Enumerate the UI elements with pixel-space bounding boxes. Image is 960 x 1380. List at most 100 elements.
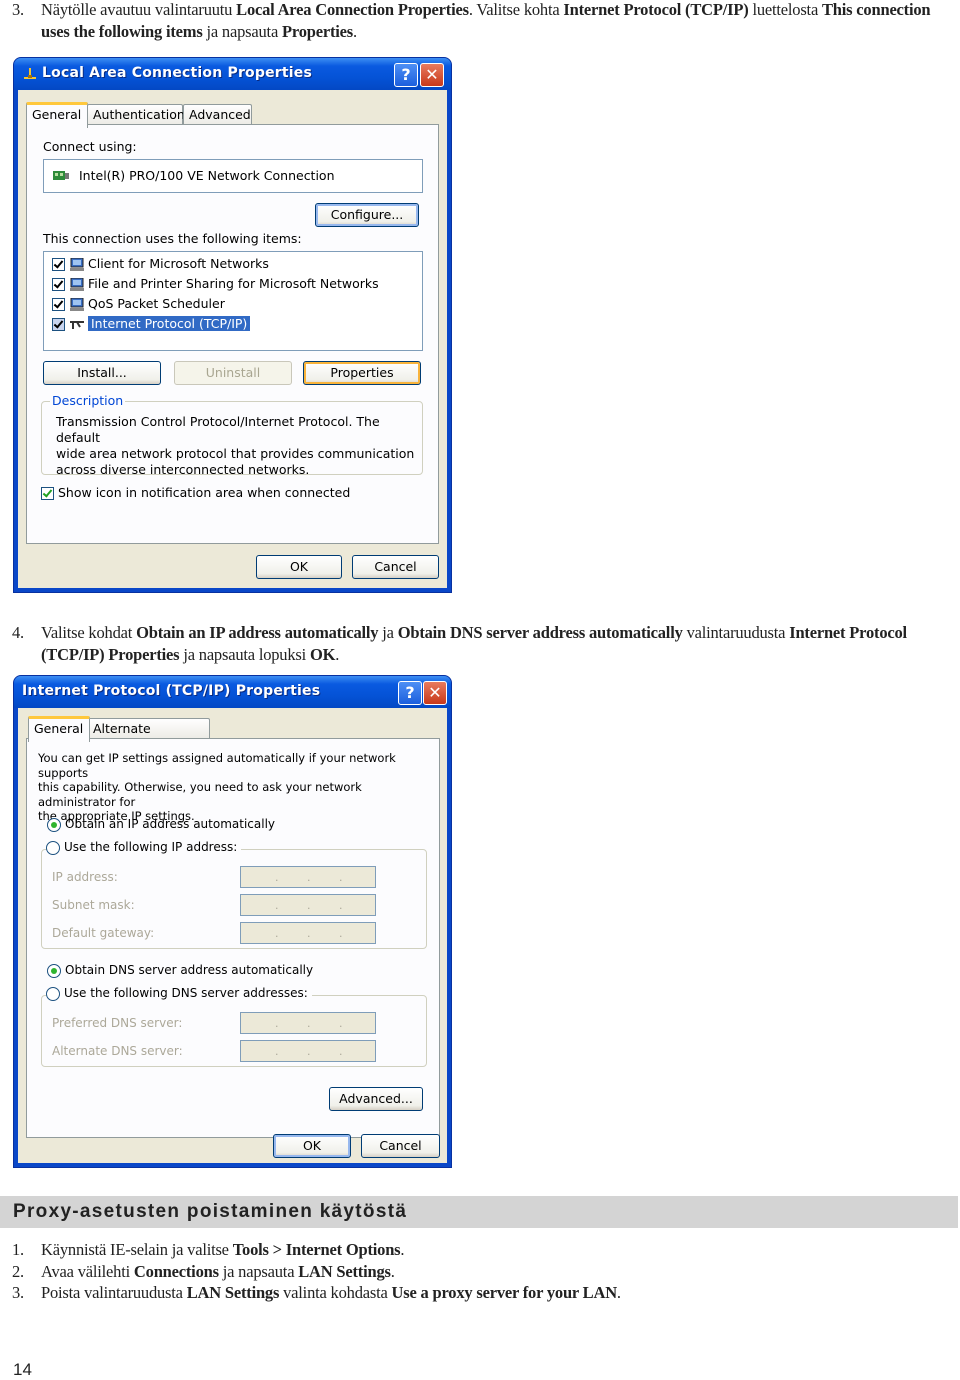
bold-term: OK bbox=[309, 644, 336, 664]
bold-term: Properties bbox=[282, 21, 354, 41]
text-run: Käynnistä IE-selain ja valitse bbox=[41, 1240, 233, 1259]
bold-term: Connections bbox=[133, 1262, 219, 1281]
step-number: 1. bbox=[12, 1240, 24, 1259]
obtain-dns-label: Obtain DNS server address automatically bbox=[65, 963, 314, 977]
obtain-dns-option[interactable]: Obtain DNS server address automatically bbox=[47, 963, 313, 978]
configure-button[interactable]: Configure... bbox=[315, 203, 419, 227]
network-connection-icon bbox=[24, 68, 36, 79]
preferred-dns-field[interactable]: ... bbox=[240, 1012, 376, 1034]
close-button[interactable]: ✕ bbox=[420, 63, 444, 87]
proxy-step-2: 2. Avaa välilehti Connections ja napsaut… bbox=[12, 1261, 957, 1283]
components-list[interactable]: Client for Microsoft Networks File and P… bbox=[43, 251, 423, 351]
bold-term: Internet Protocol (TCP/IP) bbox=[563, 0, 749, 19]
intro-text: You can get IP settings assigned automat… bbox=[38, 751, 396, 823]
list-item[interactable]: QoS Packet Scheduler bbox=[52, 295, 225, 313]
title-bar[interactable]: Internet Protocol (TCP/IP) Properties ? … bbox=[14, 676, 451, 708]
section-header: Proxy-asetusten poistaminen käytöstä bbox=[0, 1196, 958, 1228]
tab-general[interactable]: General bbox=[28, 716, 90, 742]
default-gateway-field[interactable]: ... bbox=[240, 922, 376, 944]
help-button[interactable]: ? bbox=[398, 681, 422, 705]
tab-general[interactable]: General bbox=[26, 102, 88, 128]
text-run: . bbox=[400, 1240, 405, 1259]
step-number: 4. bbox=[12, 623, 24, 642]
bold-term: Use a proxy server for your LAN bbox=[391, 1283, 618, 1302]
text-run: . Valitse kohta bbox=[468, 0, 564, 19]
step-number: 3. bbox=[12, 0, 24, 19]
text-run: Poista valintaruudusta bbox=[41, 1283, 187, 1302]
install-button[interactable]: Install... bbox=[43, 361, 161, 385]
preferred-dns-label: Preferred DNS server: bbox=[52, 1016, 183, 1030]
dialog-body: General Authentication Advanced Connect … bbox=[18, 90, 447, 588]
properties-button[interactable]: Properties bbox=[303, 361, 421, 385]
step-number: 2. bbox=[12, 1262, 24, 1281]
ok-button[interactable]: OK bbox=[273, 1134, 351, 1158]
alternate-dns-field[interactable]: ... bbox=[240, 1040, 376, 1062]
show-icon-label: Show icon in notification area when conn… bbox=[58, 485, 351, 500]
use-ip-label: Use the following IP address: bbox=[64, 840, 238, 854]
dialog-title: Internet Protocol (TCP/IP) Properties bbox=[22, 683, 321, 699]
description-text: Transmission Control Protocol/Internet P… bbox=[56, 414, 415, 477]
close-button[interactable]: ✕ bbox=[423, 681, 447, 705]
list-item-selected[interactable]: Internet Protocol (TCP/IP) bbox=[52, 315, 251, 333]
description-group: Description Transmission Control Protoco… bbox=[41, 393, 423, 477]
bold-term: Local Area Connection Properties bbox=[236, 0, 469, 19]
alternate-dns-label: Alternate DNS server: bbox=[52, 1044, 183, 1058]
tcp-ip-properties-dialog: Internet Protocol (TCP/IP) Properties ? … bbox=[14, 676, 451, 1167]
text-run: Näytölle avautuu valintaruutu bbox=[41, 0, 237, 19]
advanced-button[interactable]: Advanced... bbox=[329, 1087, 423, 1111]
item-checkbox[interactable] bbox=[52, 298, 65, 311]
use-ip-radio[interactable] bbox=[46, 840, 60, 855]
obtain-ip-radio[interactable] bbox=[47, 817, 61, 832]
help-button[interactable]: ? bbox=[394, 63, 418, 87]
proxy-step-1: 1. Käynnistä IE-selain ja valitse Tools … bbox=[12, 1239, 957, 1261]
uninstall-button[interactable]: Uninstall bbox=[174, 361, 292, 385]
list-item[interactable]: Client for Microsoft Networks bbox=[52, 255, 269, 273]
step-text: Valitse kohdat Obtain an IP address auto… bbox=[41, 622, 957, 665]
text-run: ja napsauta lopuksi bbox=[179, 644, 310, 664]
tab-advanced[interactable]: Advanced bbox=[183, 104, 252, 125]
ip-address-field[interactable]: ... bbox=[240, 866, 376, 888]
dialog-title: Local Area Connection Properties bbox=[42, 65, 313, 81]
subnet-mask-field[interactable]: ... bbox=[240, 894, 376, 916]
title-bar[interactable]: Local Area Connection Properties ? ✕ bbox=[14, 58, 451, 90]
text-run: Valitse kohdat bbox=[41, 623, 137, 642]
file-printer-sharing-icon bbox=[70, 277, 84, 291]
use-dns-label: Use the following DNS server addresses: bbox=[64, 986, 308, 1000]
text-run: valintaruudusta bbox=[682, 623, 790, 642]
item-label: QoS Packet Scheduler bbox=[88, 296, 225, 311]
bold-term: Obtain an IP address automatically bbox=[136, 623, 379, 642]
use-dns-option[interactable]: Use the following DNS server addresses: bbox=[46, 986, 312, 1001]
description-label: Description bbox=[50, 393, 126, 408]
show-icon-checkbox[interactable] bbox=[41, 487, 54, 500]
adapter-name: Intel(R) PRO/100 VE Network Connection bbox=[79, 168, 335, 183]
item-checkbox[interactable] bbox=[52, 258, 65, 271]
connect-using-label: Connect using: bbox=[43, 139, 137, 154]
default-gateway-label: Default gateway: bbox=[52, 926, 155, 940]
item-label: Client for Microsoft Networks bbox=[88, 256, 269, 271]
step-text: Näytölle avautuu valintaruutu Local Area… bbox=[41, 0, 957, 42]
text-run: . bbox=[335, 644, 340, 664]
cancel-button[interactable]: Cancel bbox=[361, 1134, 440, 1158]
item-checkbox[interactable] bbox=[52, 318, 65, 331]
ok-button[interactable]: OK bbox=[256, 555, 342, 579]
text-run: ja bbox=[378, 623, 398, 642]
text-run: Avaa välilehti bbox=[41, 1262, 134, 1281]
obtain-ip-option[interactable]: Obtain an IP address automatically bbox=[47, 817, 275, 832]
general-panel: Connect using: Intel(R) PRO/100 VE Netwo… bbox=[26, 124, 439, 544]
text-run: . bbox=[616, 1283, 621, 1302]
list-item[interactable]: File and Printer Sharing for Microsoft N… bbox=[52, 275, 379, 293]
tab-alternate-configuration[interactable]: Alternate Configuration bbox=[87, 718, 210, 756]
item-checkbox[interactable] bbox=[52, 278, 65, 291]
network-client-icon bbox=[70, 257, 84, 271]
adapter-field: Intel(R) PRO/100 VE Network Connection bbox=[43, 159, 423, 193]
page-number: 14 bbox=[13, 1360, 32, 1379]
show-icon-option[interactable]: Show icon in notification area when conn… bbox=[41, 485, 350, 500]
tab-authentication[interactable]: Authentication bbox=[87, 104, 185, 125]
general-panel: You can get IP settings assigned automat… bbox=[26, 738, 440, 1138]
use-dns-radio[interactable] bbox=[46, 986, 60, 1001]
cancel-button[interactable]: Cancel bbox=[352, 555, 439, 579]
item-label: File and Printer Sharing for Microsoft N… bbox=[88, 276, 379, 291]
obtain-dns-radio[interactable] bbox=[47, 963, 61, 978]
network-adapter-icon bbox=[53, 171, 69, 180]
use-ip-option[interactable]: Use the following IP address: bbox=[46, 840, 242, 855]
